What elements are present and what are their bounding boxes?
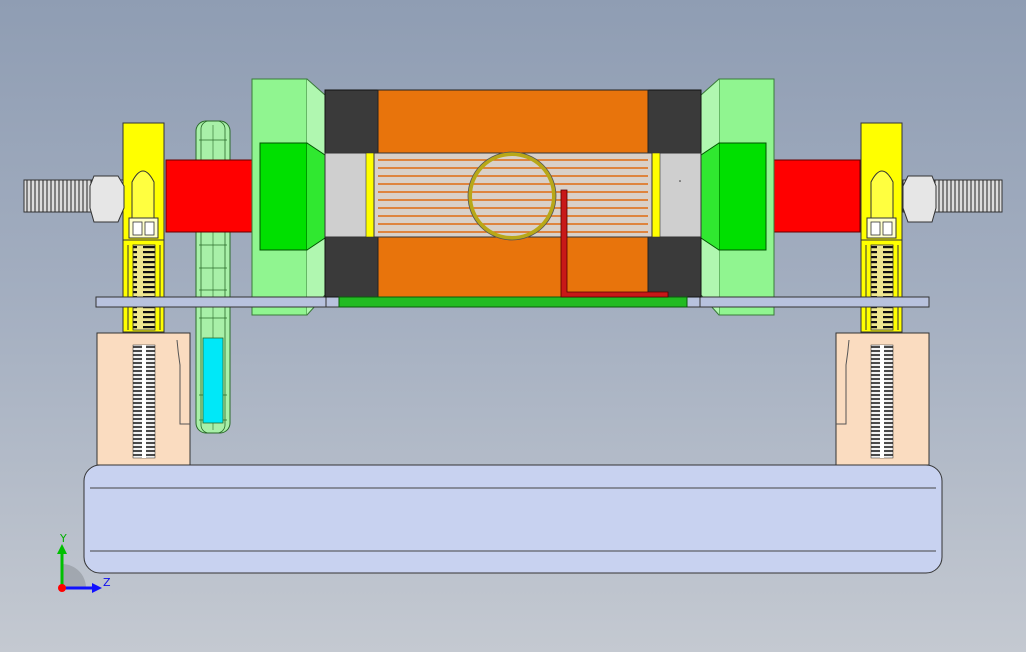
cad-graphics-viewport[interactable]: Y Z — [0, 0, 1026, 652]
left-bearing-block[interactable] — [251, 78, 326, 316]
right-bearing-block[interactable] — [700, 78, 775, 316]
left-base-mount[interactable] — [96, 332, 191, 466]
left-shaft-coupling[interactable] — [165, 159, 261, 233]
right-base-mount[interactable] — [835, 332, 930, 466]
cad-model-scene[interactable] — [0, 0, 1026, 652]
left-hex-nut[interactable] — [89, 175, 125, 223]
right-hex-nut[interactable] — [902, 175, 937, 223]
motor-body[interactable] — [324, 89, 702, 298]
right-shaft-coupling[interactable] — [765, 159, 861, 233]
green-strip[interactable] — [338, 296, 688, 308]
chain-highlight[interactable] — [202, 337, 224, 424]
y-axis-label: Y — [60, 532, 67, 545]
base-rail[interactable] — [83, 464, 943, 574]
x-axis-dot — [58, 584, 66, 592]
z-axis-label: Z — [103, 576, 111, 589]
